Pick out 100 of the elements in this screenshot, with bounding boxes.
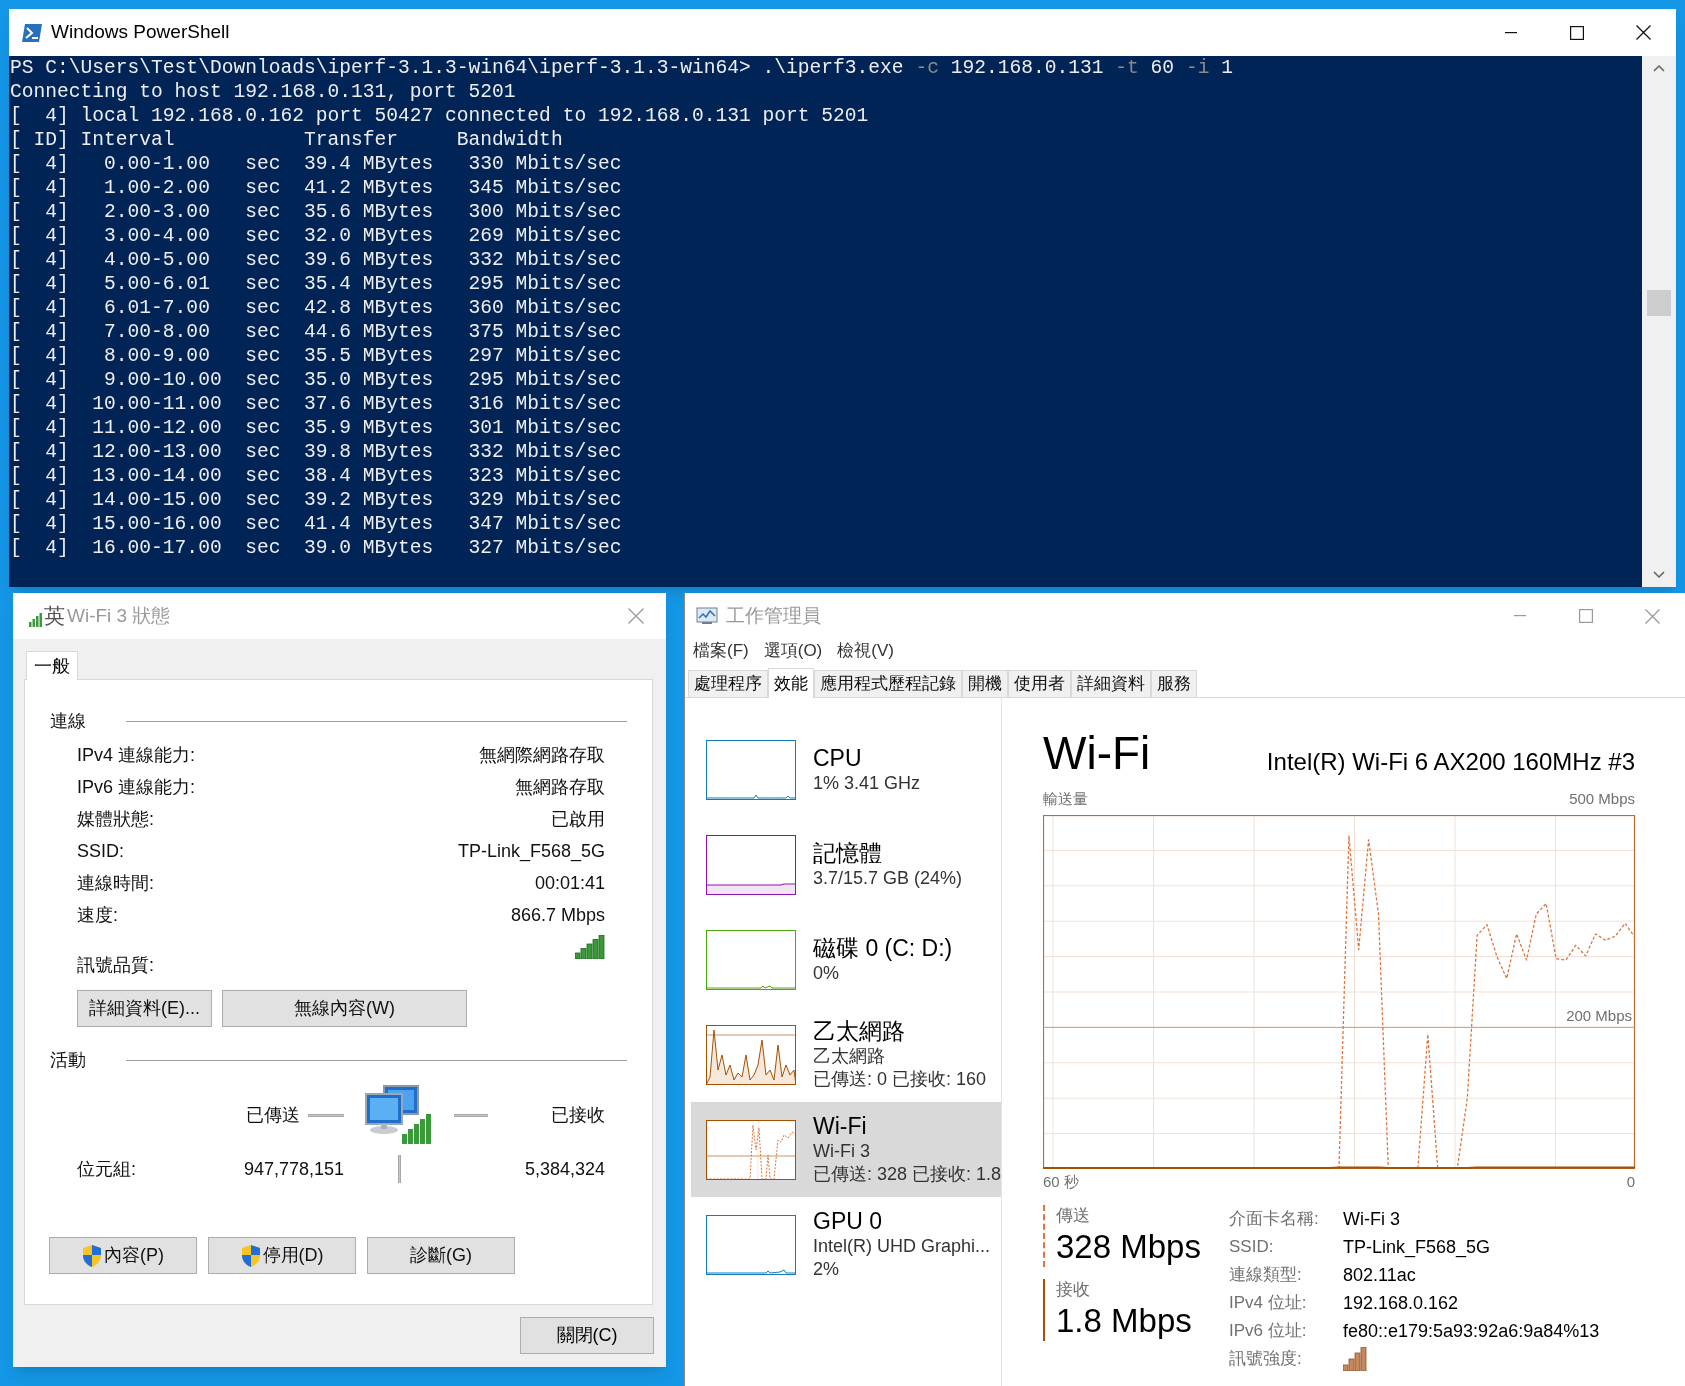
signal-strength-icon <box>575 935 605 959</box>
resource-name: 乙太網路 <box>813 1018 906 1045</box>
tab[interactable]: 處理程序 <box>688 670 768 697</box>
network-computers-icon <box>364 1084 434 1146</box>
menu-item[interactable]: 檔案(F) <box>693 638 749 664</box>
button[interactable]: 無線內容(W) <box>222 990 467 1027</box>
property-label: IPv6 位址: <box>1229 1320 1308 1343</box>
resource-item[interactable]: GPU 0 Intel(R) UHD Graphi... 2% <box>691 1197 1001 1292</box>
console-output-line: [ 4] 13.00-14.00 sec 38.4 MBytes 323 Mbits/sec <box>10 464 623 488</box>
tab[interactable]: 詳細資料 <box>1071 670 1151 697</box>
minimize-icon <box>1505 31 1517 34</box>
console-output-line: [ 4] 16.00-17.00 sec 39.0 MBytes 327 Mbits/sec <box>10 536 623 560</box>
task-manager-icon <box>696 607 718 625</box>
field-label: 訊號品質: <box>77 954 154 977</box>
scale-label: 500 Mbps <box>1569 789 1635 809</box>
field-label: 位元組: <box>77 1157 137 1181</box>
console-output-line: [ 4] 10.00-11.00 sec 37.6 MBytes 316 Mbits/sec <box>10 392 623 416</box>
window-title: Wi-Fi 3 狀態 <box>67 603 171 628</box>
stat-value: 1.8 Mbps <box>1056 1301 1193 1341</box>
button[interactable]: 詳細資料(E)... <box>77 990 212 1027</box>
field-value: 00:01:41 <box>534 871 605 895</box>
button[interactable]: 停用(D) <box>208 1237 356 1274</box>
property-value: fe80::e179:5a93:92a6:9a84%13 <box>1343 1319 1600 1343</box>
field-label: SSID: <box>77 839 124 863</box>
tab[interactable]: 使用者 <box>1008 670 1071 697</box>
resource-item[interactable]: 磁碟 0 (C: D:) 0% <box>691 912 1001 1007</box>
field-value: 無網路存取 <box>515 775 605 799</box>
menu-item[interactable]: 檢視(V) <box>837 638 894 664</box>
field-label: IPv6 連線能力: <box>77 775 196 799</box>
field-value: 已啟用 <box>551 807 605 831</box>
console-output-line: [ 4] 6.01-7.00 sec 42.8 MBytes 360 Mbits/sec <box>10 296 623 320</box>
resource-item[interactable]: 記憶體 3.7/15.7 GB (24%) <box>691 817 1001 912</box>
resource-detail: 0% <box>813 961 840 985</box>
property-label: 訊號強度: <box>1229 1348 1303 1371</box>
bytes-received-value: 5,384,324 <box>523 1157 605 1181</box>
menu-item[interactable]: 選項(O) <box>763 638 823 664</box>
resource-name: Wi-Fi <box>813 1113 868 1140</box>
property-value: 192.168.0.162 <box>1343 1291 1459 1315</box>
tab[interactable]: 開機 <box>962 670 1008 697</box>
field-label: IPv4 連線能力: <box>77 743 196 767</box>
resource-name: 磁碟 0 (C: D:) <box>813 934 953 962</box>
scroll-thumb[interactable] <box>1647 290 1671 316</box>
property-value: 802.11ac <box>1343 1263 1416 1287</box>
stat-label: 接收 <box>1056 1279 1091 1301</box>
console-output-line: [ 4] 3.00-4.00 sec 32.0 MBytes 269 Mbits/sec <box>10 224 623 248</box>
console-output-line: [ 4] 12.00-13.00 sec 39.8 MBytes 332 Mbits/sec <box>10 440 623 464</box>
resource-detail: 1% 3.41 GHz <box>813 771 921 795</box>
console-output-line: Connecting to host 192.168.0.131, port 5201 <box>10 80 517 104</box>
console-output-line: [ 4] 7.00-8.00 sec 44.6 MBytes 375 Mbits/sec <box>10 320 623 344</box>
tab[interactable]: 應用程式歷程記錄 <box>814 670 962 697</box>
button[interactable]: 內容(P) <box>49 1237 197 1274</box>
console-output-line: [ 4] 5.00-6.01 sec 35.4 MBytes 295 Mbits/sec <box>10 272 623 296</box>
field-value: TP-Link_F568_5G <box>457 839 605 864</box>
scale-label: 200 Mbps <box>1566 1006 1632 1024</box>
resource-name: GPU 0 <box>813 1208 884 1235</box>
console-output-line: [ 4] local 192.168.0.162 port 50427 connected to 192.168.0.131 port 5201 <box>10 104 870 128</box>
console-output-line: [ 4] 14.00-15.00 sec 39.2 MBytes 329 Mbits/sec <box>10 488 623 512</box>
resource-item[interactable]: CPU 1% 3.41 GHz <box>691 722 1001 817</box>
button[interactable]: 診斷(G) <box>367 1237 515 1274</box>
console-output-line: [ 4] 9.00-10.00 sec 35.0 MBytes 295 Mbits/sec <box>10 368 623 392</box>
console-output-line: [ 4] 11.00-12.00 sec 35.9 MBytes 301 Mbits/sec <box>10 416 623 440</box>
tab[interactable]: 效能 <box>768 668 814 698</box>
time-label: 0 <box>1626 1171 1635 1192</box>
field-value: 866.7 Mbps <box>510 903 605 927</box>
property-value: TP-Link_F568_5G <box>1343 1235 1491 1260</box>
property-label: 介面卡名稱: <box>1229 1208 1320 1231</box>
resource-detail: 已傳送: 0 已接收: 160 <box>813 1068 987 1091</box>
stat-value: 328 Mbps <box>1056 1227 1202 1267</box>
time-label: 60 秒 <box>1043 1171 1079 1192</box>
resource-item[interactable]: 乙太網路 乙太網路 已傳送: 0 已接收: 160 <box>691 1007 1001 1102</box>
console-output-line: [ 4] 4.00-5.00 sec 39.6 MBytes 332 Mbits/sec <box>10 248 623 272</box>
console-output-line: [ ID] Interval Transfer Bandwidth <box>10 128 564 152</box>
resource-detail: Wi-Fi 3 <box>813 1140 871 1163</box>
maximize-icon <box>1570 25 1584 40</box>
resource-name: 記憶體 <box>813 839 883 867</box>
window-title: 工作管理員 <box>726 603 821 628</box>
console-output-line: [ 4] 8.00-9.00 sec 35.5 MBytes 297 Mbits/sec <box>10 344 623 368</box>
close-dialog-button[interactable]: 關閉(C) <box>520 1317 654 1354</box>
stat-label: 傳送 <box>1056 1205 1091 1227</box>
resource-detail: 3.7/15.7 GB (24%) <box>813 866 963 890</box>
resource-detail: 2% <box>813 1258 840 1281</box>
property-label: IPv4 位址: <box>1229 1292 1308 1315</box>
resource-item[interactable]: Wi-Fi Wi-Fi 3 已傳送: 328 已接收: 1.8 <box>691 1102 1001 1197</box>
powershell-icon <box>21 22 43 43</box>
adapter-name: Intel(R) Wi-Fi 6 AX200 160MHz #3 <box>1266 747 1635 777</box>
tab[interactable]: 服務 <box>1151 670 1197 697</box>
resource-detail: 乙太網路 <box>813 1045 886 1068</box>
property-label: 連線類型: <box>1229 1264 1303 1287</box>
received-label: 已接收 <box>551 1103 605 1127</box>
close-icon <box>1635 25 1651 40</box>
close-icon <box>1644 608 1660 624</box>
resource-detail: Intel(R) UHD Graphi... <box>813 1235 991 1258</box>
close-icon <box>628 608 644 624</box>
console-output-line: [ 4] 2.00-3.00 sec 35.6 MBytes 300 Mbits/sec <box>10 200 623 224</box>
minimize-icon <box>1514 615 1526 617</box>
field-label: 速度: <box>77 903 118 927</box>
console-output-line: [ 4] 1.00-2.00 sec 41.2 MBytes 345 Mbits/sec <box>10 176 623 200</box>
resource-name: CPU <box>813 744 863 772</box>
section-heading: 連線 <box>50 709 86 733</box>
tab[interactable]: 一般 <box>26 651 78 680</box>
